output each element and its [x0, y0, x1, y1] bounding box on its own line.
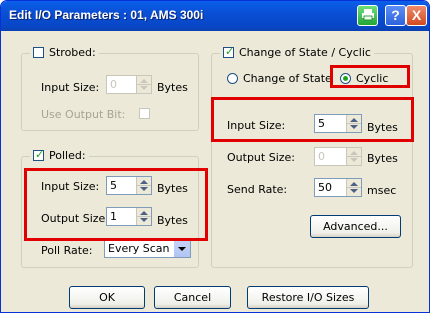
send-rate-spinner[interactable]: 50 — [314, 178, 362, 197]
strobed-input-size-label: Input Size: — [41, 81, 100, 94]
cos-input-bytes-label: Bytes — [367, 121, 398, 134]
send-rate-unit: msec — [367, 184, 397, 197]
spinner-arrows-icon[interactable] — [136, 76, 151, 93]
cos-input-size-label: Input Size: — [227, 119, 286, 132]
radio-change-of-state-circle[interactable] — [227, 73, 238, 84]
spinner-arrows-icon[interactable] — [346, 148, 361, 165]
cos-output-size-spinner[interactable]: 0 — [314, 147, 362, 166]
cos-cyclic-label: Change of State / Cyclic — [239, 46, 371, 59]
polled-output-size-value: 1 — [110, 210, 117, 223]
title-bar[interactable]: Edit I/O Parameters : 01, AMS 300i ? X — [1, 1, 429, 31]
cos-cyclic-checkbox[interactable]: ✓ — [223, 45, 235, 58]
spinner-arrows-icon[interactable] — [136, 208, 151, 225]
cancel-button[interactable]: Cancel — [154, 286, 231, 309]
cancel-button-label: Cancel — [173, 291, 212, 304]
advanced-button-label: Advanced... — [323, 220, 388, 233]
chevron-down-icon[interactable] — [174, 240, 190, 257]
advanced-button[interactable]: Advanced... — [310, 215, 401, 238]
strobed-legend[interactable]: Strobed: — [30, 46, 99, 59]
polled-output-bytes-label: Bytes — [157, 214, 188, 227]
radio-change-of-state[interactable]: Change of State — [227, 72, 332, 85]
polled-input-size-spinner[interactable]: 5 — [106, 176, 152, 195]
radio-cyclic-label: Cyclic — [356, 72, 389, 85]
strobed-input-size-spinner[interactable]: 0 — [106, 75, 152, 94]
edit-io-parameters-dialog: Edit I/O Parameters : 01, AMS 300i ? X S… — [0, 0, 430, 313]
strobed-input-size-value: 0 — [110, 78, 117, 91]
polled-input-bytes-label: Bytes — [157, 182, 188, 195]
radio-cyclic-circle[interactable] — [340, 73, 351, 84]
radio-change-of-state-label: Change of State — [243, 72, 332, 85]
restore-io-sizes-button[interactable]: Restore I/O Sizes — [247, 286, 369, 309]
cos-cyclic-legend[interactable]: ✓ Change of State / Cyclic — [220, 45, 374, 59]
use-output-bit-checkbox[interactable] — [139, 108, 150, 119]
cos-input-size-value: 5 — [318, 117, 325, 130]
ok-button[interactable]: OK — [69, 286, 145, 309]
ok-button-label: OK — [99, 291, 115, 304]
polled-input-size-label: Input Size: — [41, 180, 100, 193]
strobed-label: Strobed: — [49, 46, 96, 59]
send-rate-label: Send Rate: — [227, 183, 288, 196]
polled-output-size-label: Output Size: — [41, 212, 109, 225]
strobed-bytes-label: Bytes — [157, 81, 188, 94]
poll-rate-label: Poll Rate: — [41, 244, 93, 257]
checkmark-icon: ✓ — [35, 148, 45, 161]
poll-rate-value: Every Scan — [108, 242, 170, 255]
cos-output-size-label: Output Size: — [227, 151, 295, 164]
print-icon[interactable] — [357, 5, 378, 26]
window-title: Edit I/O Parameters : 01, AMS 300i — [9, 8, 204, 22]
cos-input-size-spinner[interactable]: 5 — [314, 114, 362, 133]
spinner-arrows-icon[interactable] — [346, 115, 361, 132]
send-rate-value: 50 — [318, 181, 332, 194]
strobed-checkbox[interactable] — [33, 47, 44, 58]
polled-legend[interactable]: ✓ Polled: — [30, 148, 89, 162]
polled-output-size-spinner[interactable]: 1 — [106, 207, 152, 226]
close-button[interactable]: X — [406, 5, 427, 26]
restore-io-sizes-label: Restore I/O Sizes — [261, 291, 355, 304]
spinner-arrows-icon[interactable] — [136, 177, 151, 194]
polled-checkbox[interactable]: ✓ — [33, 148, 45, 161]
cos-output-bytes-label: Bytes — [367, 152, 398, 165]
poll-rate-select[interactable]: Every Scan — [104, 239, 191, 258]
spinner-arrows-icon[interactable] — [346, 179, 361, 196]
help-button[interactable]: ? — [385, 5, 406, 26]
radio-selected-dot — [343, 76, 348, 81]
checkmark-icon: ✓ — [225, 45, 235, 58]
radio-cyclic[interactable]: Cyclic — [340, 72, 388, 85]
polled-label: Polled: — [49, 149, 86, 162]
polled-input-size-value: 5 — [110, 179, 117, 192]
cos-output-size-value: 0 — [318, 150, 325, 163]
use-output-bit-label: Use Output Bit: — [41, 108, 126, 121]
